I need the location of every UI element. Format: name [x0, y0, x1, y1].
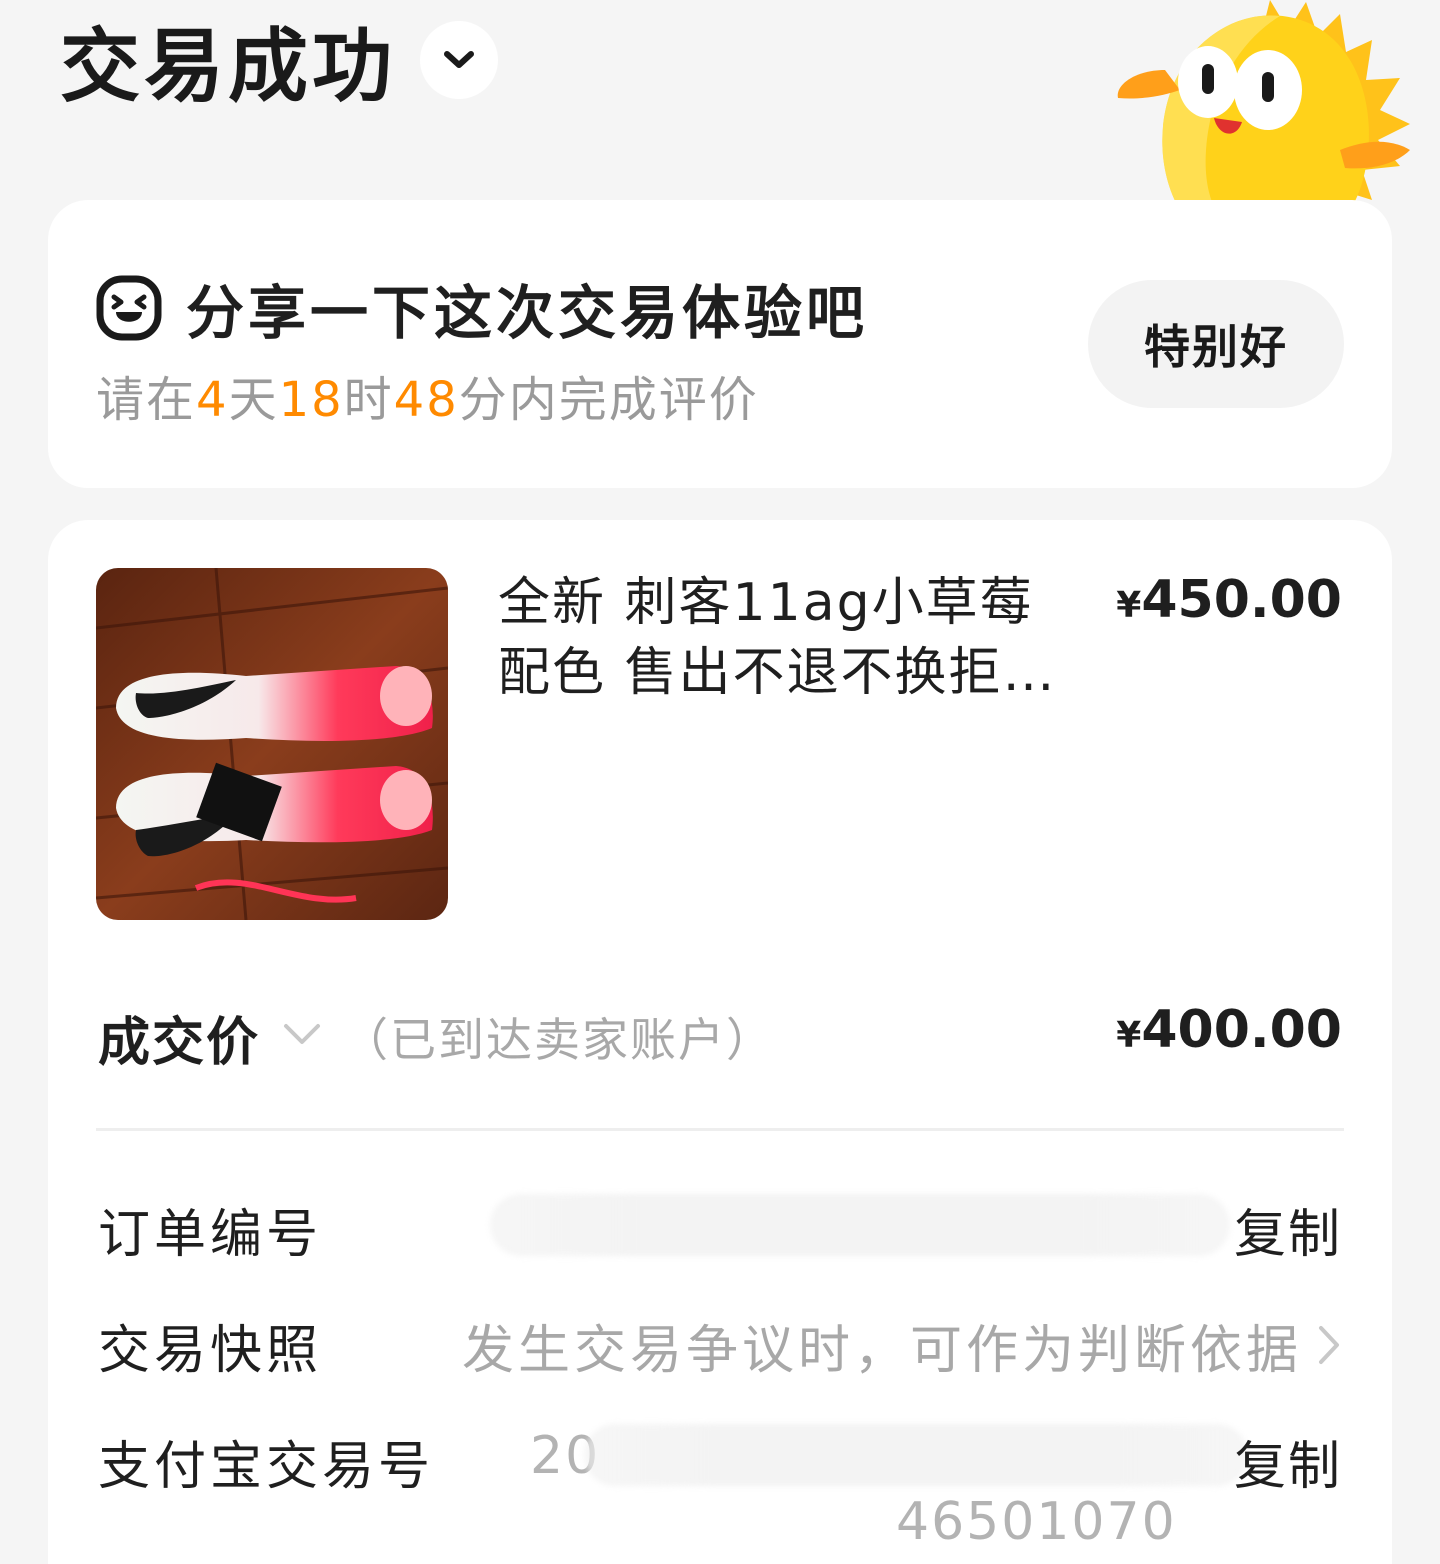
product-price: ¥450.00	[1116, 570, 1342, 630]
order-detail-page: 交易成功 分享一下这次交易体验吧 请在4天18时48分内完成评价 特别好 全新 …	[0, 0, 1440, 1564]
copy-order-number-button[interactable]: 复制	[1234, 1192, 1342, 1267]
snapshot-label: 交易快照	[98, 1321, 323, 1381]
review-deadline-prefix: 请在	[96, 372, 197, 428]
redacted-alipay-number	[584, 1424, 1248, 1486]
deal-price-note: （已到达卖家账户）	[342, 1013, 774, 1067]
review-hours: 18	[278, 372, 344, 428]
review-title-row: 分享一下这次交易体验吧	[96, 266, 868, 350]
review-minutes: 48	[393, 372, 459, 428]
order-number-label: 订单编号	[98, 1205, 323, 1265]
deal-price-amount: 400.00	[1141, 1000, 1342, 1060]
rate-good-button[interactable]: 特别好	[1088, 280, 1344, 408]
review-days: 4	[196, 372, 229, 428]
deal-price-value: ¥400.00	[1116, 1000, 1342, 1060]
review-deadline: 请在4天18时48分内完成评价	[96, 360, 759, 430]
laughing-face-icon	[96, 275, 162, 341]
review-card: 分享一下这次交易体验吧 请在4天18时48分内完成评价 特别好	[48, 200, 1392, 488]
redacted-order-number	[490, 1194, 1230, 1256]
order-number-row: 订单编号 复制	[98, 1192, 1342, 1265]
shoes-photo	[96, 568, 448, 920]
review-days-unit: 天	[228, 372, 279, 428]
review-title: 分享一下这次交易体验吧	[186, 279, 869, 347]
divider	[96, 1128, 1344, 1131]
chevron-right-icon	[1319, 1326, 1339, 1364]
copy-alipay-number-button[interactable]: 复制	[1234, 1424, 1342, 1499]
order-card: 全新 刺客11ag小草莓配色 售出不退不换拒… ¥450.00 成交价 （已到达…	[48, 520, 1392, 1564]
product-title[interactable]: 全新 刺客11ag小草莓配色 售出不退不换拒…	[498, 568, 1078, 708]
deal-price-row: 成交价 （已到达卖家账户） ¥400.00	[98, 1000, 1342, 1073]
deal-price-label: 成交价	[98, 1013, 261, 1073]
product-price-symbol: ¥	[1116, 585, 1142, 626]
alipay-number-row: 支付宝交易号 20 复制 46501070	[98, 1424, 1342, 1552]
snapshot-row[interactable]: 交易快照 发生交易争议时，可作为判断依据	[98, 1308, 1342, 1381]
product-thumbnail[interactable]	[96, 568, 448, 920]
snapshot-hint: 发生交易争议时，可作为判断依据	[461, 1321, 1302, 1381]
review-hours-unit: 时	[343, 372, 394, 428]
deal-price-symbol: ¥	[1116, 1015, 1142, 1056]
review-deadline-suffix: 分内完成评价	[458, 372, 759, 428]
page-title: 交易成功	[60, 20, 396, 113]
chevron-down-icon	[444, 51, 474, 68]
product-price-value: 450.00	[1141, 570, 1342, 630]
status-dropdown-button[interactable]	[420, 21, 498, 99]
alipay-number-tail: 46501070	[896, 1492, 1177, 1552]
chevron-down-icon[interactable]	[280, 1012, 324, 1056]
page-header: 交易成功	[60, 12, 498, 113]
mascot-fish-icon	[1117, 0, 1410, 210]
alipay-number-label: 支付宝交易号	[98, 1437, 435, 1497]
